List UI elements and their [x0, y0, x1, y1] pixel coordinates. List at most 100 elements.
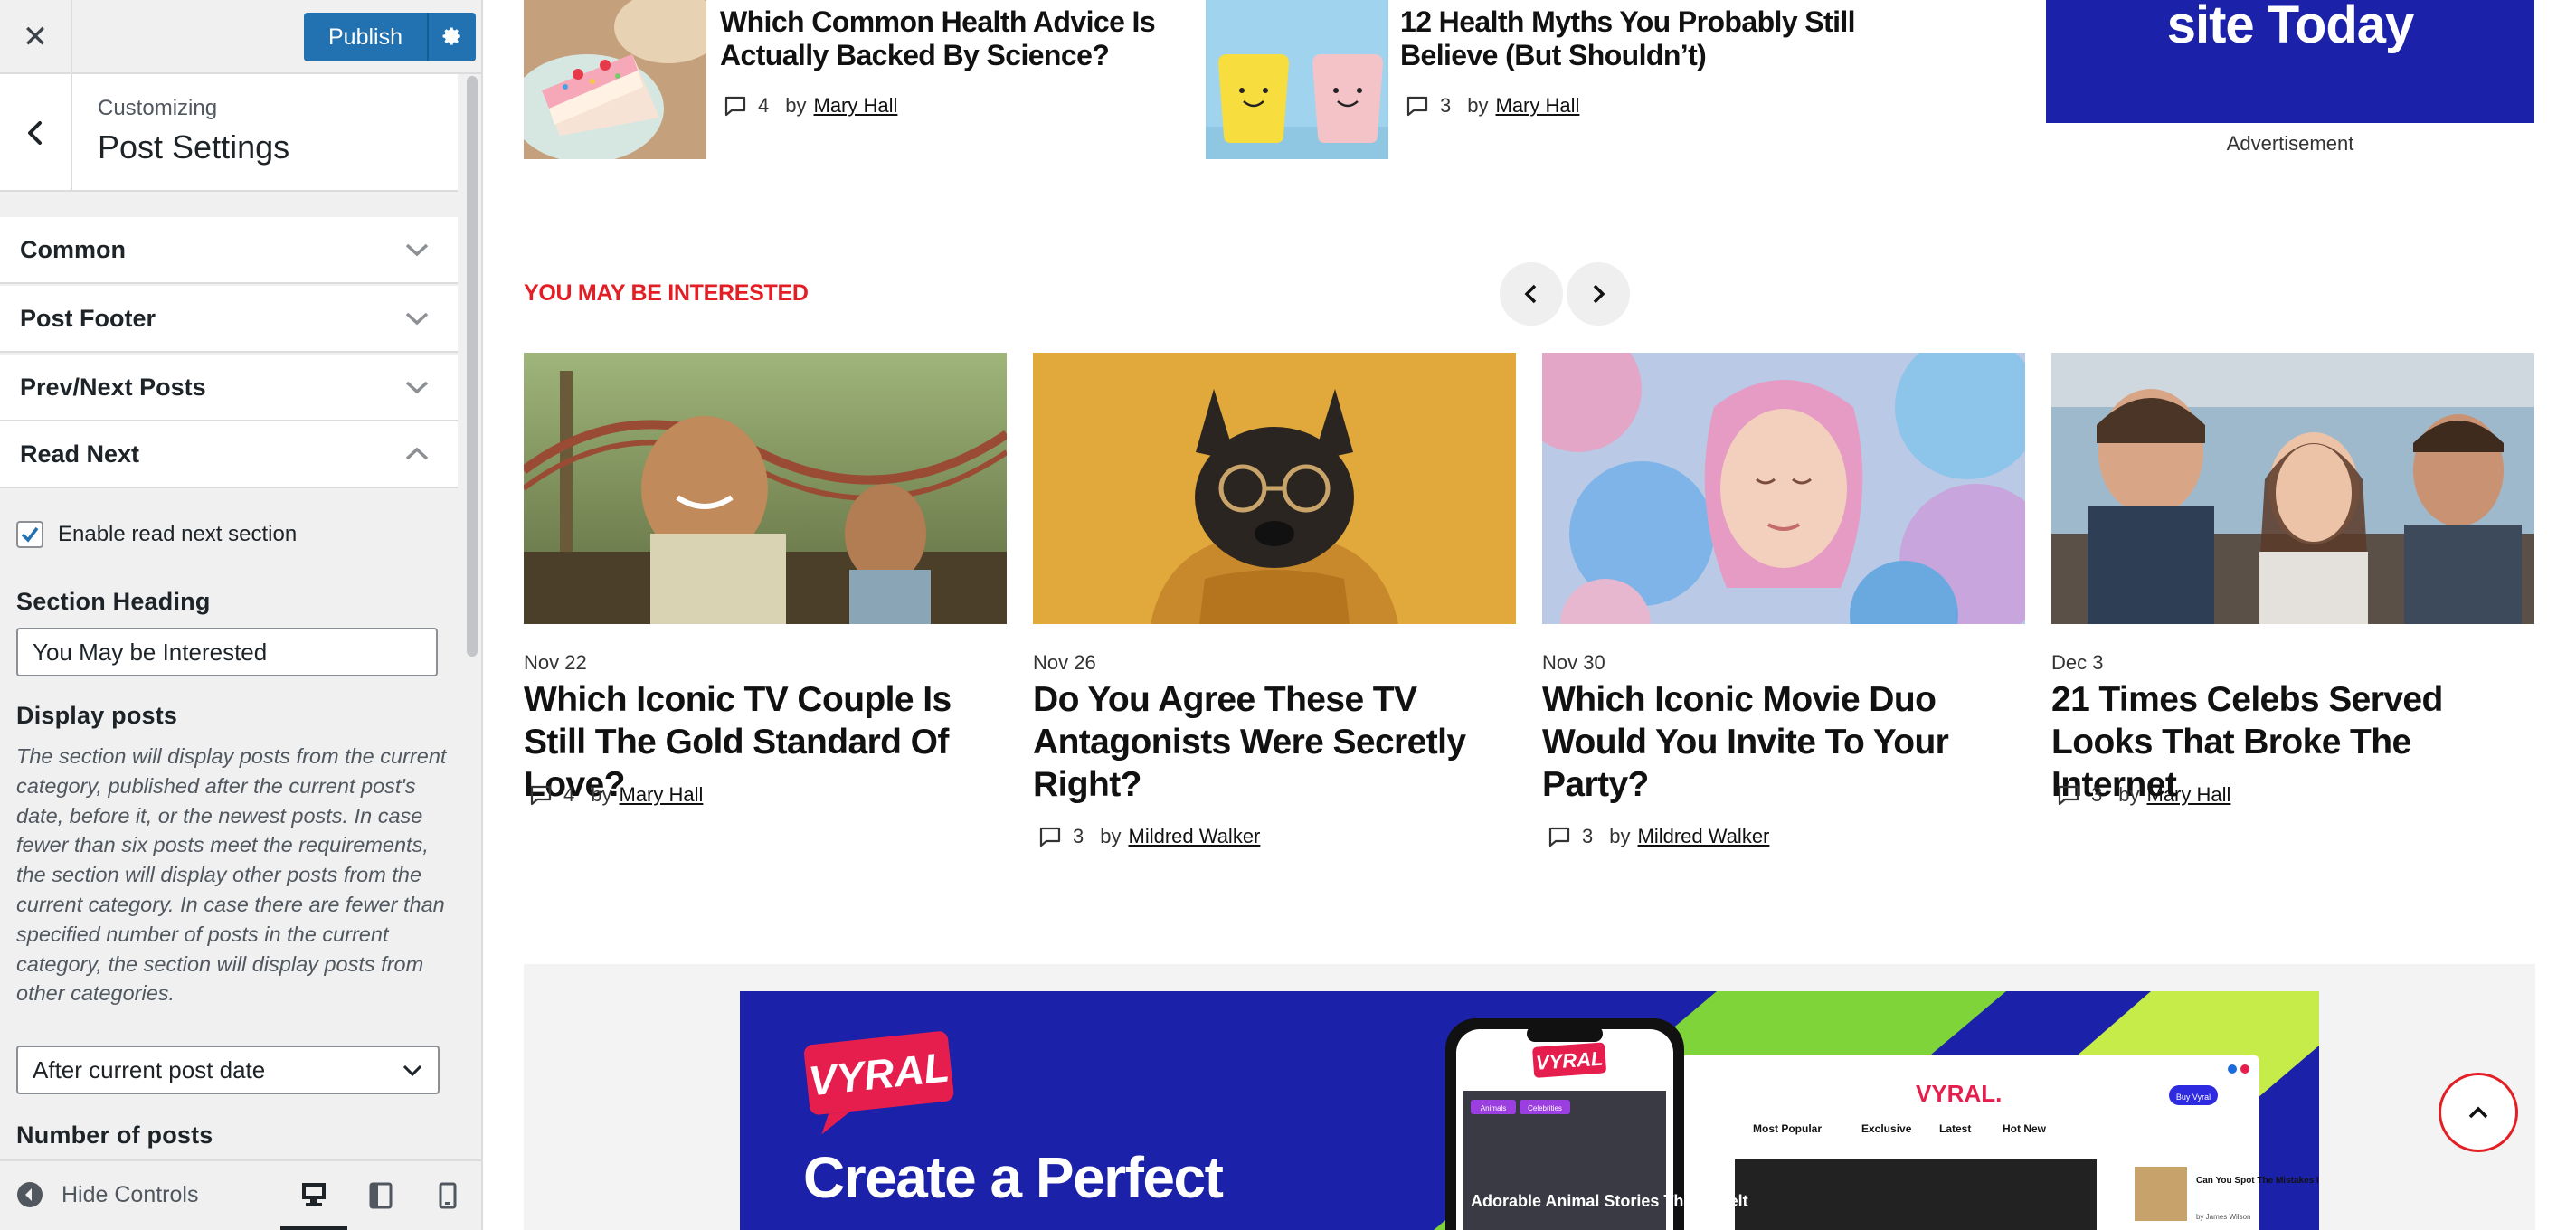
author-link[interactable]: Mildred Walker	[1638, 825, 1770, 848]
promo-phone-chip: Animals	[1481, 1104, 1506, 1112]
top-post-meta: 4 by Mary Hall	[724, 94, 897, 118]
author-link[interactable]: Mildred Walker	[1129, 825, 1261, 848]
dog-image	[1033, 353, 1516, 624]
card-date: Nov 22	[524, 651, 587, 674]
preview-mobile-button[interactable]	[414, 1161, 481, 1230]
accordion-label: Post Footer	[20, 304, 156, 332]
accordion-label: Read Next	[20, 440, 140, 468]
promo-buy-button: Buy Vyral	[2176, 1093, 2211, 1102]
hide-controls-button[interactable]: Hide Controls	[16, 1181, 198, 1208]
promo-nav-item: Most Popular	[1753, 1122, 1822, 1135]
chevron-up-icon	[405, 447, 429, 460]
card-date: Dec 3	[2051, 651, 2104, 674]
back-button[interactable]	[0, 74, 72, 192]
balloons-image	[1542, 353, 2025, 624]
comment-count: 4	[758, 94, 770, 117]
comment-count: 3	[1440, 94, 1452, 117]
advertisement-banner[interactable]: site Today	[2046, 0, 2534, 123]
enable-read-next-label: Enable read next section	[58, 522, 298, 546]
customizer-header: ✕ Publish	[0, 0, 481, 74]
publish-button[interactable]: Publish	[304, 13, 427, 62]
hide-controls-label: Hide Controls	[62, 1181, 199, 1207]
read-next-card[interactable]: Nov 22 Which Iconic TV Couple Is Still T…	[524, 353, 1007, 806]
card-image[interactable]	[1542, 353, 2025, 624]
preview-tablet-button[interactable]	[347, 1161, 414, 1230]
customizer-footer: Hide Controls	[0, 1159, 481, 1230]
read-next-card[interactable]: Nov 26 Do You Agree These TV Antagonists…	[1033, 353, 1516, 847]
display-posts-description: The section will display posts from the …	[16, 744, 447, 1006]
by-label: by	[1467, 94, 1489, 117]
scroll-to-top-button[interactable]	[2439, 1073, 2518, 1152]
accordion-label: Common	[20, 235, 126, 263]
card-image[interactable]	[2051, 353, 2534, 624]
chevron-down-icon	[405, 381, 429, 394]
panel-scrollbar[interactable]	[463, 74, 479, 1150]
chevron-up-icon	[2468, 1106, 2488, 1119]
comment-icon	[530, 785, 552, 806]
card-meta: 3 by Mildred Walker	[1548, 825, 1769, 848]
preview-desktop-button[interactable]	[280, 1161, 347, 1230]
accordion-label: Prev/Next Posts	[20, 373, 206, 401]
cake-image	[524, 0, 706, 159]
promo-phone-chip: Celebrities	[1528, 1104, 1562, 1112]
author-link[interactable]: Mary Hall	[620, 783, 704, 807]
ad-text: site Today	[2166, 0, 2415, 54]
top-post-title[interactable]: 12 Health Myths You Probably Still Belie…	[1400, 5, 1907, 72]
by-label: by	[785, 94, 807, 117]
comment-icon	[1548, 827, 1570, 847]
chevron-down-icon	[402, 1064, 422, 1077]
promo-site-logo: VYRAL.	[1916, 1080, 2002, 1107]
author-link[interactable]: Mary Hall	[814, 94, 898, 118]
by-label: by	[1609, 825, 1631, 847]
promo-article-title: Can You Spot The Mistakes In These Famou…	[2196, 1176, 2319, 1186]
collapse-arrow-icon	[17, 1182, 43, 1207]
display-posts-select[interactable]: After current post date	[16, 1046, 440, 1094]
top-post-title[interactable]: Which Common Health Advice Is Actually B…	[720, 5, 1190, 72]
advertisement-label: Advertisement	[2226, 132, 2354, 155]
tablet-icon	[369, 1182, 393, 1209]
close-customizer-button[interactable]: ✕	[0, 0, 72, 74]
comment-icon	[1406, 96, 1428, 117]
publish-settings-button[interactable]	[427, 13, 476, 62]
comment-count: 3	[1073, 825, 1084, 847]
gear-icon	[442, 27, 460, 45]
customizing-label: Customizing	[98, 96, 218, 120]
desktop-icon	[302, 1183, 326, 1206]
read-next-card[interactable]: Dec 3 21 Times Celebs Served Looks That …	[2051, 353, 2534, 806]
accordion-post-footer[interactable]: Post Footer	[0, 286, 458, 353]
accordion-common[interactable]: Common	[0, 217, 458, 284]
promo-nav-item: Latest	[1939, 1122, 1971, 1135]
read-next-card[interactable]: Nov 30 Which Iconic Movie Duo Would You …	[1542, 353, 2025, 847]
comment-count: 3	[1582, 825, 1594, 847]
rollercoaster-image	[524, 353, 1007, 624]
card-title[interactable]: Do You Agree These TV Antagonists Were S…	[1033, 678, 1521, 806]
promo-nav-item: Exclusive	[1861, 1122, 1912, 1135]
post-thumbnail-cake[interactable]	[524, 0, 706, 159]
carousel-next-button[interactable]	[1567, 262, 1630, 326]
promo-article-meta: by James Wilson	[2196, 1213, 2250, 1221]
carousel-prev-button[interactable]	[1500, 262, 1563, 326]
author-link[interactable]: Mary Hall	[2147, 783, 2231, 807]
accordion-read-next[interactable]: Read Next	[0, 421, 458, 488]
enable-read-next-checkbox[interactable]	[16, 521, 43, 548]
promo-banner[interactable]: VYRAL Create a Perfect VYRAL. Buy Vyral …	[740, 991, 2319, 1230]
card-image[interactable]	[524, 353, 1007, 624]
top-post-meta: 3 by Mary Hall	[1406, 94, 1579, 118]
enable-read-next-row[interactable]: Enable read next section	[16, 521, 297, 548]
display-posts-title: Display posts	[16, 702, 178, 729]
card-image[interactable]	[1033, 353, 1516, 624]
card-date: Nov 30	[1542, 651, 1605, 674]
by-label: by	[2118, 783, 2140, 806]
promo-nav-item: Hot New	[2003, 1122, 2047, 1135]
section-heading-input[interactable]	[16, 628, 438, 676]
by-label: by	[591, 783, 612, 806]
publish-group: Publish	[304, 13, 476, 62]
post-thumbnail-cups[interactable]	[1206, 0, 1388, 159]
author-link[interactable]: Mary Hall	[1496, 94, 1580, 118]
scrollbar-thumb[interactable]	[467, 76, 478, 657]
card-title[interactable]: Which Iconic Movie Duo Would You Invite …	[1542, 678, 2031, 806]
site-preview: Which Common Health Advice Is Actually B…	[485, 0, 2576, 1230]
accordion-prev-next-posts[interactable]: Prev/Next Posts	[0, 355, 458, 421]
by-label: by	[1100, 825, 1122, 847]
comment-icon	[2058, 785, 2079, 806]
